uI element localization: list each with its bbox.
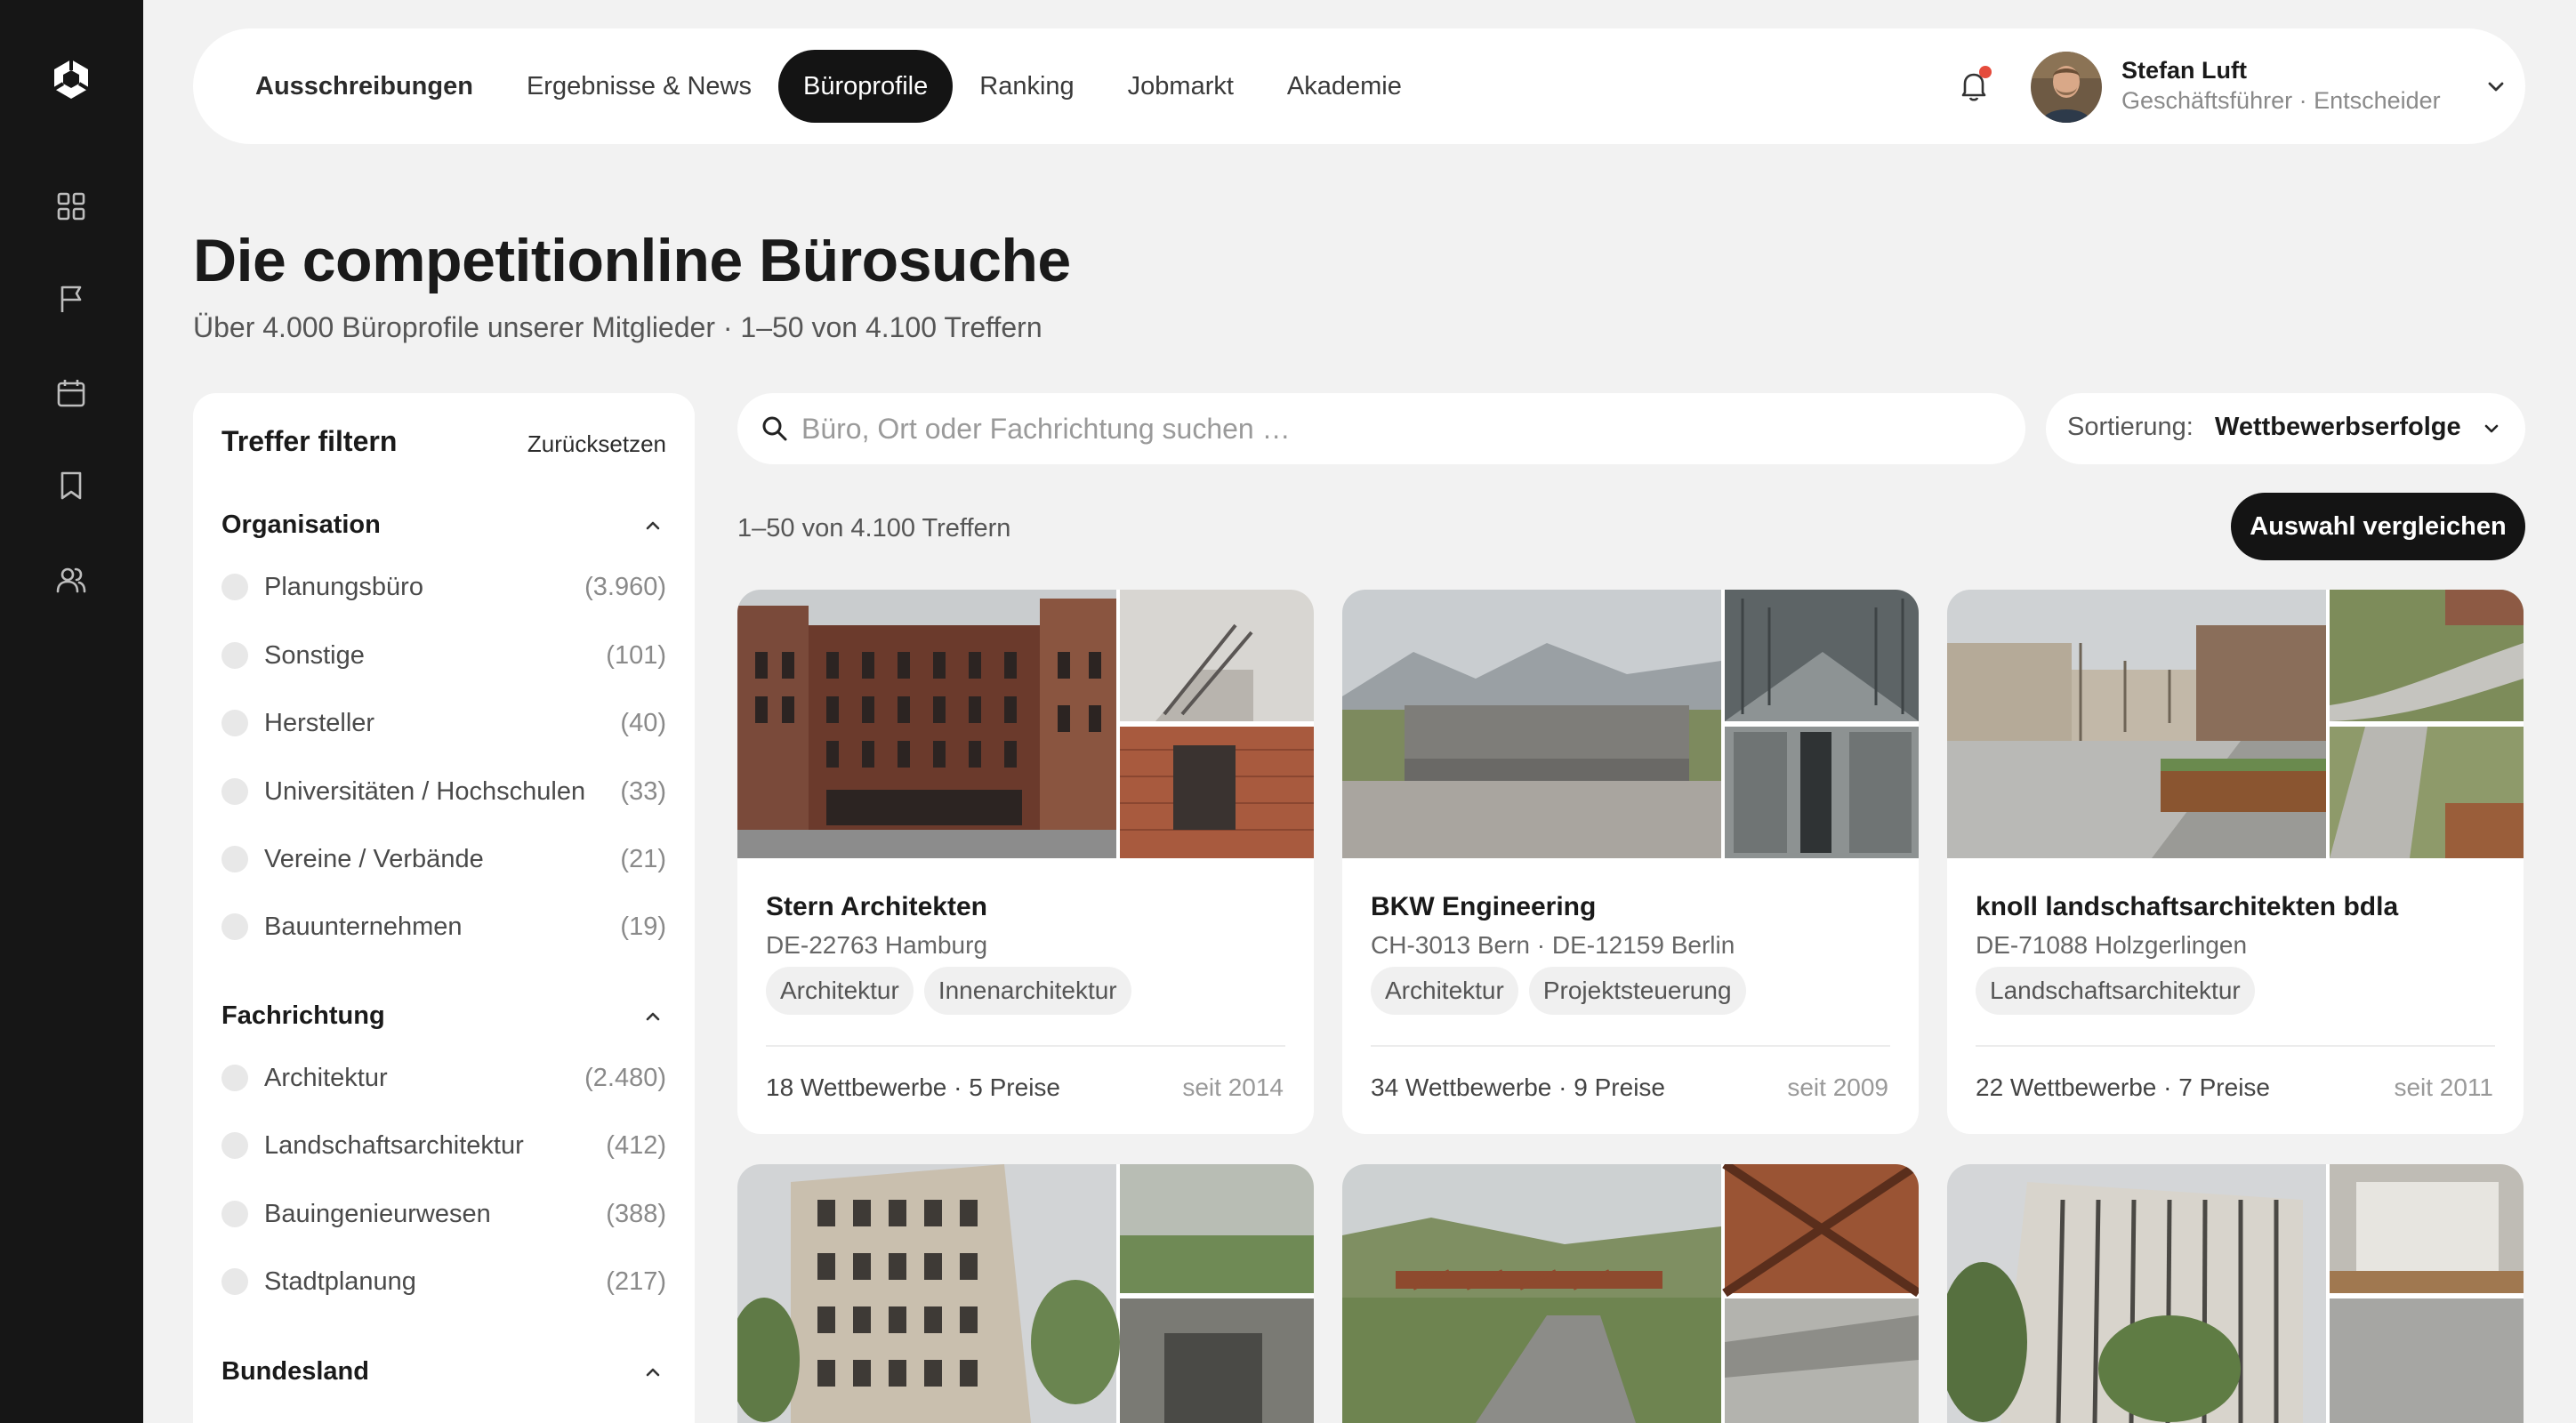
filter-title: Treffer filtern	[221, 425, 398, 457]
office-card[interactable]: knoll landschaftsarchitekten bdla DE-710…	[1947, 590, 2524, 1134]
tag[interactable]: Projektsteuerung	[1528, 967, 1746, 1015]
search-bar	[737, 393, 2025, 464]
notification-dot	[1979, 66, 1992, 78]
user-role: Geschäftsführer · Entscheider	[2121, 87, 2441, 114]
chevron-up-icon[interactable]	[641, 1361, 664, 1384]
card-location: DE-22763 Hamburg	[766, 931, 988, 959]
radio-button[interactable]	[221, 710, 248, 736]
nav-ranking[interactable]: Ranking	[953, 50, 1100, 123]
office-card[interactable]	[1342, 1164, 1919, 1423]
card-tags: Architektur Projektsteuerung	[1371, 967, 1746, 1015]
avatar[interactable]	[2031, 52, 2102, 123]
flag-icon[interactable]	[55, 283, 87, 315]
card-stats: 22 Wettbewerbe · 7 Preise	[1976, 1073, 2270, 1101]
filter-option[interactable]: Landschaftsarchitektur (412)	[221, 1128, 666, 1163]
radio-button[interactable]	[221, 1268, 248, 1295]
divider	[1976, 1045, 2495, 1047]
radio-button[interactable]	[221, 913, 248, 940]
results-count: 1–50 von 4.100 Treffern	[737, 514, 1011, 543]
divider	[766, 1045, 1285, 1047]
chevron-up-icon[interactable]	[641, 1005, 664, 1028]
nav-ergebnisse-news[interactable]: Ergebnisse & News	[500, 50, 778, 123]
tag[interactable]: Innenarchitektur	[923, 967, 1131, 1015]
divider	[1371, 1045, 1890, 1047]
office-card[interactable]	[737, 1164, 1314, 1423]
search-icon	[761, 414, 789, 443]
card-stats: 34 Wettbewerbe · 9 Preise	[1371, 1073, 1665, 1101]
nav-ausschreibungen[interactable]: Ausschreibungen	[237, 50, 500, 123]
filter-option[interactable]: Hersteller (40)	[221, 705, 666, 741]
radio-button[interactable]	[221, 642, 248, 669]
office-card[interactable]: BKW Engineering CH-3013 Bern · DE-12159 …	[1342, 590, 1919, 1134]
office-card[interactable]: Stern Architekten DE-22763 Hamburg Archi…	[737, 590, 1314, 1134]
card-stats: 18 Wettbewerbe · 5 Preise	[766, 1073, 1060, 1101]
tag[interactable]: Landschaftsarchitektur	[1976, 967, 2255, 1015]
card-name[interactable]: knoll landschaftsarchitekten bdla	[1976, 892, 2398, 922]
card-photo-collage	[1947, 1164, 2524, 1423]
sort-value: Wettbewerbserfolge	[2215, 413, 2461, 441]
radio-button[interactable]	[221, 574, 248, 600]
notification-bell-icon[interactable]	[1954, 66, 1993, 105]
chevron-down-icon	[2481, 418, 2502, 439]
radio-button[interactable]	[221, 846, 248, 872]
chevron-down-icon[interactable]	[2483, 73, 2509, 100]
filter-option[interactable]: Bauunternehmen (19)	[221, 909, 666, 945]
filter-option[interactable]: Planungsbüro (3.960)	[221, 569, 666, 605]
filter-group-bundesland[interactable]: Bundesland	[221, 1357, 369, 1387]
filter-option[interactable]: Bauingenieurwesen (388)	[221, 1196, 666, 1232]
main-nav: Ausschreibungen Ergebnisse & News Büropr…	[237, 50, 1429, 123]
filter-reset-button[interactable]: Zurücksetzen	[527, 430, 666, 458]
filter-option[interactable]: Architektur (2.480)	[221, 1060, 666, 1096]
card-location: DE-71088 Holzgerlingen	[1976, 931, 2248, 959]
sidebar-rail	[0, 0, 143, 1423]
compare-selection-button[interactable]: Auswahl vergleichen	[2231, 493, 2525, 560]
filter-option[interactable]: Vereine / Verbände (21)	[221, 841, 666, 877]
tag[interactable]: Architektur	[766, 967, 914, 1015]
card-since: seit 2009	[1787, 1073, 1888, 1101]
sort-label: Sortierung:	[2067, 413, 2194, 441]
filter-group-organisation[interactable]: Organisation	[221, 511, 381, 540]
bookmark-icon[interactable]	[55, 470, 87, 502]
card-name[interactable]: BKW Engineering	[1371, 892, 1596, 922]
filter-group-fachrichtung[interactable]: Fachrichtung	[221, 1001, 385, 1031]
card-since: seit 2011	[2394, 1073, 2493, 1101]
nav-bueroprofile[interactable]: Büroprofile	[778, 50, 954, 123]
page-subtitle: Über 4.000 Büroprofile unserer Mitgliede…	[193, 311, 1042, 343]
page-title: Die competitionline Bürosuche	[193, 227, 1071, 294]
nav-akademie[interactable]: Akademie	[1260, 50, 1429, 123]
nav-jobmarkt[interactable]: Jobmarkt	[1101, 50, 1260, 123]
radio-button[interactable]	[221, 1132, 248, 1159]
radio-button[interactable]	[221, 1201, 248, 1227]
filter-option[interactable]: Stadtplanung (217)	[221, 1264, 666, 1299]
radio-button[interactable]	[221, 1065, 248, 1091]
users-icon[interactable]	[55, 564, 87, 596]
user-name: Stefan Luft	[2121, 57, 2247, 84]
sort-dropdown[interactable]: Sortierung: Wettbewerbserfolge	[2046, 393, 2525, 464]
top-navigation: Ausschreibungen Ergebnisse & News Büropr…	[193, 28, 2525, 144]
card-photo-collage	[1342, 590, 1919, 858]
card-photo-collage	[737, 1164, 1314, 1423]
dashboard-icon[interactable]	[55, 190, 87, 222]
filter-option[interactable]: Universitäten / Hochschulen (33)	[221, 774, 666, 809]
card-photo-collage	[1947, 590, 2524, 858]
filter-panel: Treffer filtern Zurücksetzen Organisatio…	[193, 393, 695, 1423]
card-since: seit 2014	[1182, 1073, 1284, 1101]
tag[interactable]: Architektur	[1371, 967, 1518, 1015]
card-tags: Landschaftsarchitektur	[1976, 967, 2255, 1015]
card-tags: Architektur Innenarchitektur	[766, 967, 1131, 1015]
office-card[interactable]	[1947, 1164, 2524, 1423]
calendar-icon[interactable]	[55, 377, 87, 409]
filter-option[interactable]: Sonstige (101)	[221, 638, 666, 673]
card-photo-collage	[737, 590, 1314, 858]
radio-button[interactable]	[221, 778, 248, 805]
card-photo-collage	[1342, 1164, 1919, 1423]
card-name[interactable]: Stern Architekten	[766, 892, 987, 922]
search-input[interactable]	[801, 393, 1993, 464]
card-location: CH-3013 Bern · DE-12159 Berlin	[1371, 931, 1735, 959]
logo-icon[interactable]	[49, 57, 93, 101]
chevron-up-icon[interactable]	[641, 514, 664, 537]
